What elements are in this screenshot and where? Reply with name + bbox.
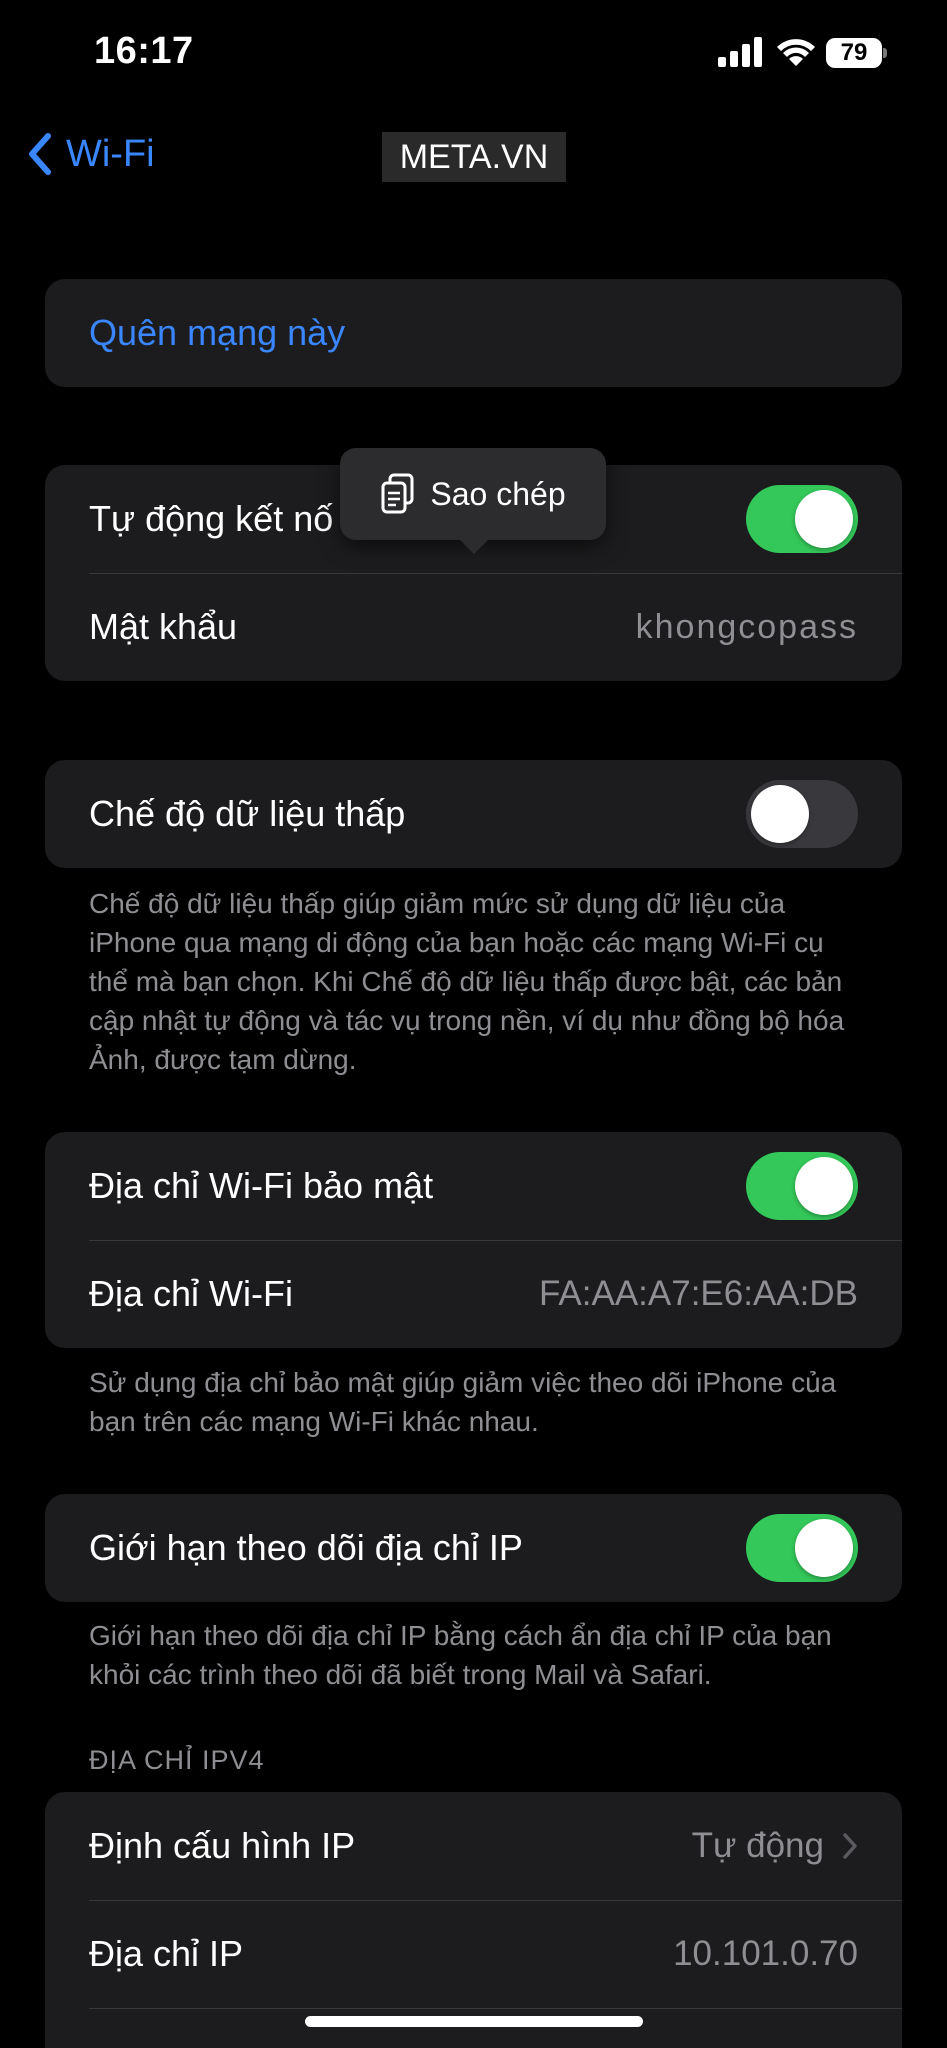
next-row-partial [45, 2008, 902, 2048]
wifi-address-label: Địa chỉ Wi-Fi [89, 1273, 293, 1314]
copy-popup[interactable]: Sao chép [340, 448, 606, 540]
limit-ip-row: Giới hạn theo dõi địa chỉ IP [45, 1494, 902, 1602]
low-data-toggle[interactable] [746, 780, 858, 848]
password-label: Mật khẩu [89, 606, 238, 647]
private-address-label: Địa chỉ Wi-Fi bảo mật [89, 1165, 434, 1206]
copy-icon [381, 473, 414, 514]
ip-address-row: Địa chỉ IP 10.101.0.70 [45, 1900, 902, 2008]
low-data-label: Chế độ dữ liệu thấp [89, 793, 406, 834]
limit-ip-label: Giới hạn theo dõi địa chỉ IP [89, 1527, 523, 1568]
password-row[interactable]: Mật khẩu khongcopass [45, 573, 902, 681]
private-address-toggle[interactable] [746, 1152, 858, 1220]
forget-network-label: Quên mạng này [89, 312, 346, 353]
home-indicator[interactable] [305, 2016, 643, 2027]
low-data-group: Chế độ dữ liệu thấp [45, 760, 902, 868]
chevron-left-icon [29, 133, 51, 175]
forget-network-button[interactable]: Quên mạng này [45, 279, 902, 387]
back-button-label: Wi-Fi [66, 132, 155, 175]
ip-address-value: 10.101.0.70 [673, 1934, 858, 1973]
status-bar: 16:17 79 [0, 0, 947, 110]
low-data-footnote: Chế độ dữ liệu thấp giúp giảm mức sử dụn… [89, 888, 845, 1075]
private-address-footnote: Sử dụng địa chỉ bảo mật giúp giảm việc t… [89, 1367, 837, 1437]
wifi-icon [777, 39, 815, 66]
status-time: 16:17 [94, 30, 194, 72]
password-value[interactable]: khongcopass [636, 608, 858, 647]
configure-ip-label: Định cấu hình IP [89, 1825, 356, 1866]
low-data-row: Chế độ dữ liệu thấp [45, 760, 902, 868]
copy-label: Sao chép [430, 475, 566, 512]
forget-group: Quên mạng này [45, 279, 902, 387]
ipv4-group: Định cấu hình IP Tự động Địa chỉ IP 10.1… [45, 1792, 902, 2048]
configure-ip-row[interactable]: Định cấu hình IP Tự động [45, 1792, 902, 1900]
battery-icon: 79 [826, 38, 888, 68]
limit-ip-group: Giới hạn theo dõi địa chỉ IP [45, 1494, 902, 1602]
ip-address-label: Địa chỉ IP [89, 1933, 244, 1974]
cellular-signal-icon [718, 37, 762, 67]
wifi-address-row: Địa chỉ Wi-Fi FA:AA:A7:E6:AA:DB [45, 1240, 902, 1348]
wifi-address-value: FA:AA:A7:E6:AA:DB [538, 1274, 858, 1313]
limit-ip-footnote: Giới hạn theo dõi địa chỉ IP bằng cách ẩ… [89, 1620, 832, 1690]
chevron-right-icon [843, 1833, 857, 1859]
battery-level: 79 [826, 38, 882, 68]
auto-join-label: Tự động kết nố [89, 498, 334, 539]
configure-ip-value: Tự động [691, 1826, 824, 1865]
limit-ip-toggle[interactable] [746, 1514, 858, 1582]
ipv4-section-header: ĐỊA CHỈ IPV4 [89, 1745, 265, 1775]
popup-arrow [458, 538, 490, 554]
private-address-row: Địa chỉ Wi-Fi bảo mật [45, 1132, 902, 1240]
back-button[interactable]: Wi-Fi [24, 126, 155, 182]
auto-join-toggle[interactable] [746, 485, 858, 553]
watermark: META.VN [382, 132, 566, 182]
private-address-group: Địa chỉ Wi-Fi bảo mật Địa chỉ Wi-Fi FA:A… [45, 1132, 902, 1348]
